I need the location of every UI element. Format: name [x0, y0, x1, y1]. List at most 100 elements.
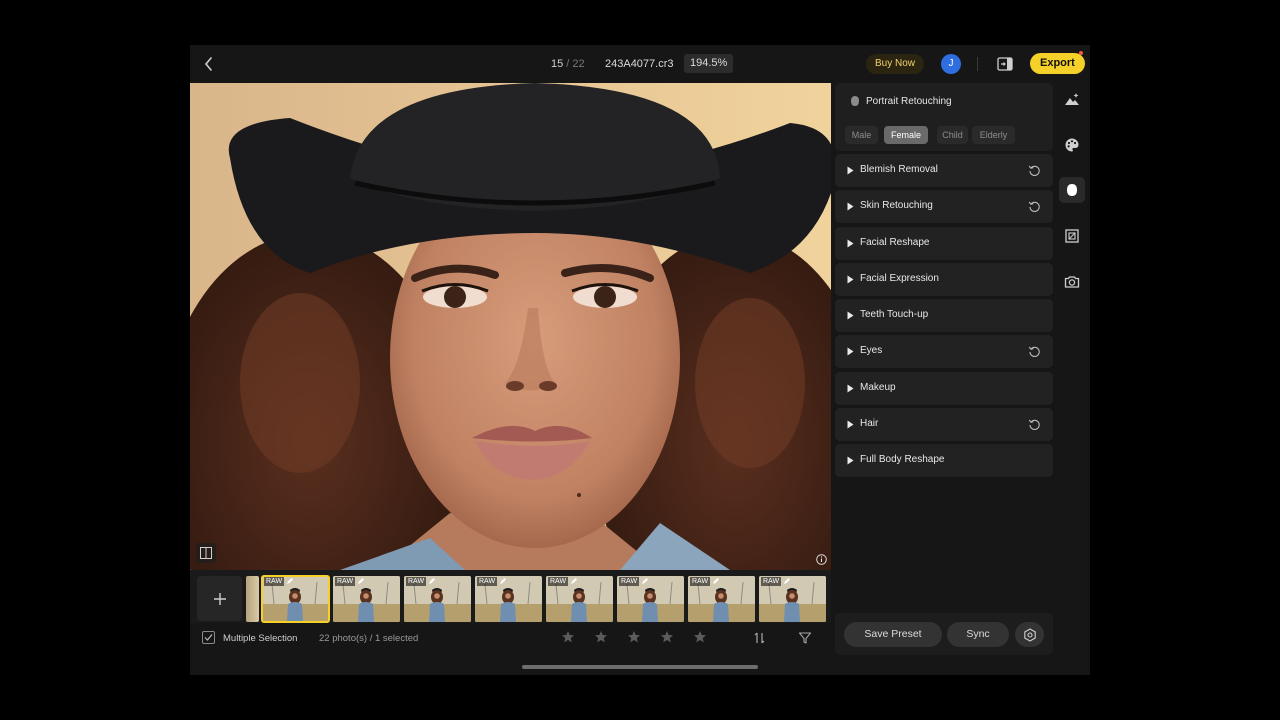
section-facial-expression[interactable]: Facial Expression: [835, 262, 1053, 296]
checkmark-icon: [204, 634, 213, 641]
section-skin-retouching[interactable]: Skin Retouching: [835, 190, 1053, 224]
raw-badge: RAW: [548, 577, 569, 586]
info-button[interactable]: [816, 554, 827, 565]
multiple-selection-label[interactable]: Multiple Selection: [223, 633, 297, 644]
filmstrip: RAW RAW RAW RAW RAW RAW RAW RAW: [190, 570, 831, 623]
back-button[interactable]: [198, 53, 220, 75]
section-label: Eyes: [860, 345, 883, 357]
expand-triangle-icon: [847, 166, 854, 175]
segment-elderly[interactable]: Elderly: [972, 126, 1015, 144]
section-facial-reshape[interactable]: Facial Reshape: [835, 226, 1053, 260]
panel-toggle-button[interactable]: [996, 55, 1014, 73]
info-icon: [816, 554, 827, 565]
expand-triangle-icon: [847, 311, 854, 320]
section-label: Teeth Touch-up: [860, 309, 929, 320]
color-tool[interactable]: [1059, 132, 1085, 158]
expand-triangle-icon: [847, 347, 854, 356]
filmstrip-thumbnail[interactable]: RAW: [546, 576, 613, 622]
filmstrip-thumbnail[interactable]: RAW: [688, 576, 755, 622]
sort-icon: [754, 632, 765, 644]
camera-icon: [1064, 276, 1080, 288]
user-avatar[interactable]: J: [941, 54, 961, 74]
star-icon: [661, 631, 673, 643]
photo-counter: 15 / 22: [551, 58, 585, 70]
reset-icon[interactable]: [1028, 345, 1041, 358]
expand-triangle-icon: [847, 456, 854, 465]
rating-star[interactable]: [693, 630, 707, 644]
multiple-selection-checkbox[interactable]: [202, 631, 215, 644]
reset-icon[interactable]: [1028, 164, 1041, 177]
filmstrip-thumbnail[interactable]: RAW: [617, 576, 684, 622]
edited-pen-icon: [571, 578, 577, 584]
rating-star[interactable]: [660, 630, 674, 644]
face-icon: [851, 96, 859, 106]
camera-tool[interactable]: [1059, 269, 1085, 295]
star-icon: [694, 631, 706, 643]
filmstrip-thumbnail[interactable]: RAW: [759, 576, 826, 622]
section-makeup[interactable]: Makeup: [835, 371, 1053, 405]
section-full-body-reshape[interactable]: Full Body Reshape: [835, 444, 1053, 477]
sort-button[interactable]: [753, 631, 767, 645]
edited-pen-icon: [713, 578, 719, 584]
home-indicator: [522, 665, 758, 669]
crop-tool[interactable]: [1059, 223, 1085, 249]
notification-dot: [1079, 51, 1083, 55]
ai-scene-icon: [1065, 93, 1079, 105]
thumbnail-partial[interactable]: [246, 576, 259, 622]
segment-child[interactable]: Child: [937, 126, 968, 144]
sync-settings-button[interactable]: [1015, 622, 1044, 647]
reset-icon[interactable]: [1028, 200, 1041, 213]
sync-button[interactable]: Sync: [947, 622, 1009, 647]
filter-icon: [798, 632, 812, 644]
app-window: 15 / 22 243A4077.cr3 194.5% Buy Now J Ex…: [190, 45, 1090, 675]
reset-icon[interactable]: [1028, 418, 1041, 431]
segment-female[interactable]: Female: [884, 126, 928, 144]
palette-icon: [1065, 138, 1079, 152]
section-label: Blemish Removal: [860, 164, 938, 175]
section-teeth-touch-up[interactable]: Teeth Touch-up: [835, 299, 1053, 332]
section-blemish-removal[interactable]: Blemish Removal: [835, 154, 1053, 187]
rating-star[interactable]: [561, 630, 575, 644]
section-eyes[interactable]: Eyes: [835, 335, 1053, 369]
filmstrip-thumbnail[interactable]: RAW: [261, 575, 330, 623]
divider: [977, 57, 978, 71]
filmstrip-thumbnail[interactable]: RAW: [404, 576, 471, 622]
edited-pen-icon: [784, 578, 790, 584]
edited-pen-icon: [358, 578, 364, 584]
photo-total: 22: [572, 58, 585, 70]
filmstrip-thumbnail[interactable]: RAW: [333, 576, 400, 622]
expand-triangle-icon: [847, 384, 854, 392]
raw-badge: RAW: [619, 577, 640, 586]
file-name: 243A4077.cr3: [605, 58, 674, 70]
face-retouch-icon: [1067, 184, 1077, 196]
filter-button[interactable]: [798, 631, 812, 645]
raw-badge: RAW: [406, 577, 427, 586]
chevron-left-icon: [204, 57, 212, 71]
save-preset-button[interactable]: Save Preset: [844, 622, 942, 647]
raw-badge: RAW: [335, 577, 356, 586]
edited-pen-icon: [642, 578, 648, 584]
star-icon: [595, 631, 607, 643]
zoom-level[interactable]: 194.5%: [684, 54, 734, 73]
selection-count: 22 photo(s) / 1 selected: [319, 633, 419, 644]
buy-now-button[interactable]: Buy Now: [866, 54, 925, 74]
edited-pen-icon: [500, 578, 506, 584]
rating-star[interactable]: [594, 630, 608, 644]
panel-toggle-icon: [997, 57, 1013, 71]
crop-icon: [1065, 229, 1079, 243]
raw-badge: RAW: [264, 577, 285, 586]
panel-title: Portrait Retouching: [866, 96, 952, 107]
filmstrip-thumbnail[interactable]: RAW: [475, 576, 542, 622]
edited-pen-icon: [429, 578, 435, 584]
section-label: Skin Retouching: [860, 200, 933, 212]
ai-scene-tool[interactable]: [1059, 87, 1085, 113]
photo-canvas[interactable]: [190, 83, 831, 570]
export-button[interactable]: Export: [1030, 53, 1085, 74]
rating-star[interactable]: [627, 630, 641, 644]
portrait-tool[interactable]: [1059, 177, 1085, 203]
segment-male[interactable]: Male: [845, 126, 878, 144]
section-hair[interactable]: Hair: [835, 407, 1053, 441]
raw-badge: RAW: [761, 577, 782, 586]
add-photo-button[interactable]: [197, 576, 242, 621]
compare-button[interactable]: [196, 543, 216, 563]
